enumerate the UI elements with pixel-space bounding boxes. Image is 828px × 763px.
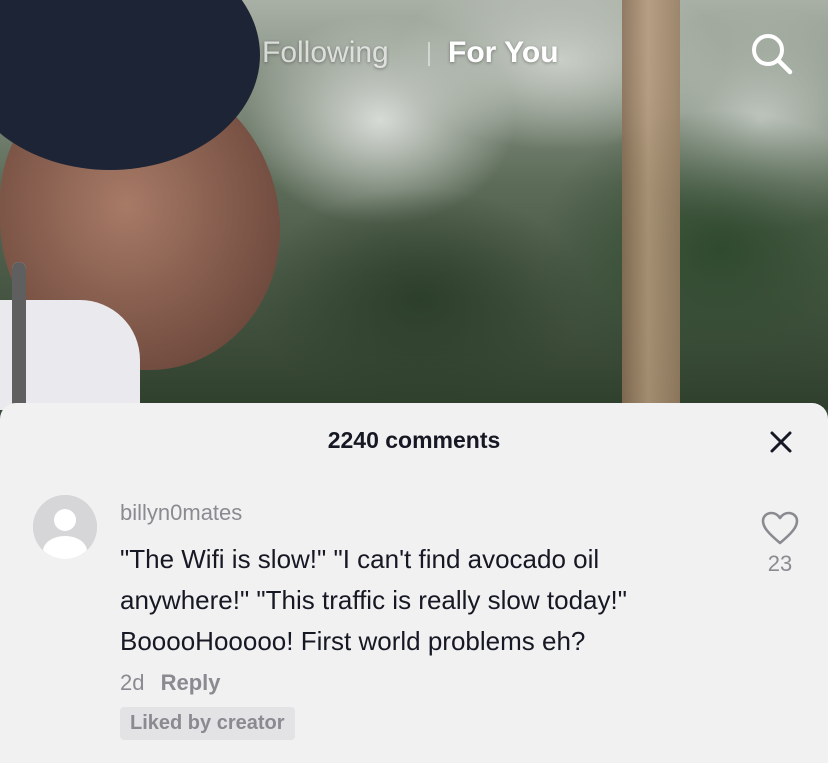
tab-for-you[interactable]: For You — [448, 36, 559, 70]
heart-icon — [761, 511, 799, 545]
reply-button[interactable]: Reply — [161, 670, 221, 695]
top-navigation: Following For You — [0, 30, 828, 80]
search-button[interactable] — [748, 30, 796, 78]
comment-meta: 2d Reply — [120, 670, 221, 696]
close-comments-button[interactable] — [768, 429, 794, 455]
comments-sheet: 2240 comments billyn0mates "The Wifi is … — [0, 403, 828, 763]
comment-timestamp: 2d — [120, 670, 145, 695]
avatar[interactable] — [33, 495, 97, 559]
default-avatar-icon — [33, 495, 97, 559]
tab-following[interactable]: Following — [262, 36, 389, 70]
liked-by-creator-badge: Liked by creator — [120, 707, 295, 740]
tab-divider — [428, 42, 430, 66]
comment-username[interactable]: billyn0mates — [120, 500, 242, 526]
search-icon — [752, 34, 793, 75]
comment-like-button[interactable] — [760, 510, 800, 546]
comment-text: "The Wifi is slow!" "I can't find avocad… — [120, 544, 627, 656]
close-icon — [770, 431, 792, 453]
comment-like-count: 23 — [767, 551, 793, 576]
comments-count-title: 2240 comments — [327, 427, 501, 453]
